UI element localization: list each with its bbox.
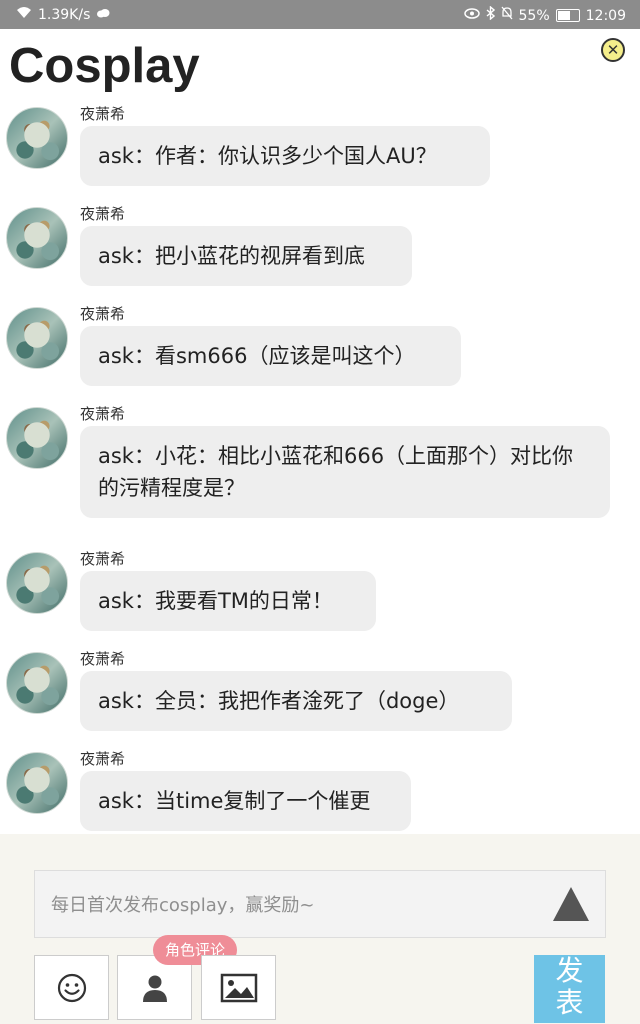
image-button[interactable] [201, 955, 276, 1020]
eye-icon [463, 7, 480, 24]
post-button[interactable]: 发表 [534, 955, 605, 1023]
smiley-icon [57, 973, 86, 1002]
sender-name: 夜萧希 [80, 650, 126, 668]
avatar[interactable] [6, 652, 68, 714]
avatar[interactable] [6, 107, 68, 169]
avatar[interactable] [6, 407, 68, 469]
image-icon [220, 973, 257, 1002]
message-bubble: ask：我要看TM的日常！ [80, 571, 376, 631]
avatar[interactable] [6, 207, 68, 269]
person-icon [142, 975, 167, 1002]
message-bubble: ask：全员：我把作者淦死了（doge） [80, 671, 512, 731]
battery-icon [555, 9, 580, 22]
avatar[interactable] [6, 552, 68, 614]
bluetooth-icon [486, 5, 495, 25]
message-bubble: ask：小花：相比小蓝花和666（上面那个）对比你的污精程度是？ [80, 426, 610, 518]
status-left: 1.39K/s [16, 6, 110, 24]
clock: 12:09 [585, 7, 626, 24]
mute-bell-icon [501, 6, 513, 25]
message-list[interactable]: 夜萧希 ask：作者：你认识多少个国人AU？ 夜萧希 ask：把小蓝花的视屏看到… [0, 104, 640, 834]
page-title: Cosplay [9, 39, 200, 93]
message-bubble: ask：当time复制了一个催更 [80, 771, 411, 831]
message-bubble: ask：作者：你认识多少个国人AU？ [80, 126, 490, 186]
composer: 角色评论 发表 [0, 834, 640, 1024]
post-input-box[interactable] [34, 870, 606, 938]
sender-name: 夜萧希 [80, 750, 126, 768]
sender-name: 夜萧希 [80, 105, 126, 123]
sender-name: 夜萧希 [80, 550, 126, 568]
battery-percent: 55% [518, 7, 550, 24]
sender-name: 夜萧希 [80, 305, 126, 323]
sender-name: 夜萧希 [80, 205, 126, 223]
post-input[interactable] [49, 887, 533, 923]
status-bar: 1.39K/s 55% 12:09 [0, 0, 640, 29]
wifi-icon [16, 6, 32, 24]
avatar[interactable] [6, 752, 68, 814]
emoji-button[interactable] [34, 955, 109, 1020]
message-bubble: ask：把小蓝花的视屏看到底 [80, 226, 412, 286]
close-icon[interactable]: ✕ [601, 38, 625, 62]
cloud-icon [96, 7, 110, 23]
network-speed: 1.39K/s [38, 7, 91, 23]
sender-name: 夜萧希 [80, 405, 126, 423]
message-bubble: ask：看sm666（应该是叫这个） [80, 326, 461, 386]
avatar[interactable] [6, 307, 68, 369]
status-right: 55% 12:09 [463, 5, 626, 25]
expand-arrow-icon[interactable] [553, 887, 589, 921]
